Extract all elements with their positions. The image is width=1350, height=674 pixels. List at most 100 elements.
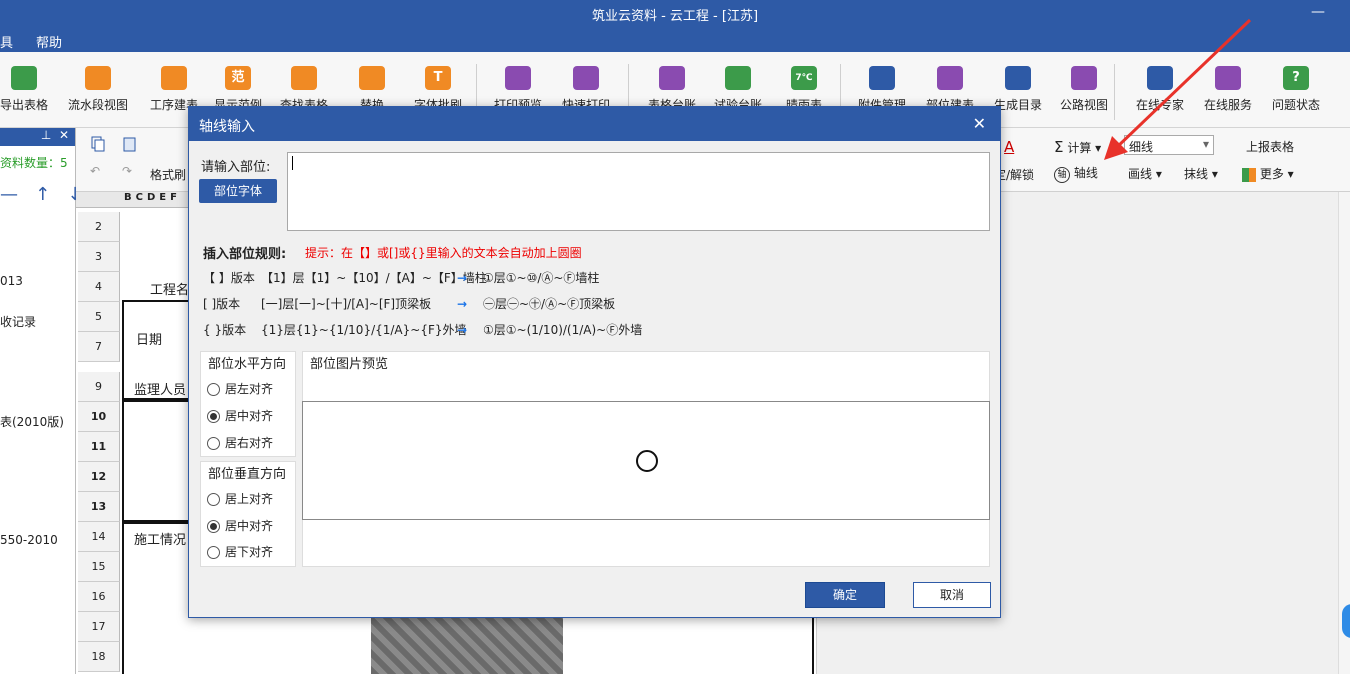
close-icon[interactable]: ✕ — [973, 114, 986, 133]
arrow-right-icon: → — [457, 297, 468, 311]
export-button[interactable]: 导出表格 — [0, 66, 62, 124]
copy-icon[interactable] — [90, 136, 106, 155]
row-header[interactable]: 4 — [78, 272, 120, 302]
erase-line-label: 抹线 — [1184, 167, 1209, 181]
row-header[interactable]: 13 — [78, 492, 120, 522]
row-header[interactable]: 15 — [78, 552, 120, 582]
radio-label: 居中对齐 — [225, 409, 274, 423]
font-brush-icon: T — [425, 66, 451, 90]
row-header[interactable]: 11 — [78, 432, 120, 462]
preview-title: 部位图片预览 — [310, 353, 389, 372]
replace-icon — [359, 66, 385, 90]
rule-output: ①层①~⑩/Ⓐ~Ⓕ墙柱 — [483, 271, 600, 285]
weather-icon: 7℃ — [791, 66, 817, 90]
row-header[interactable]: 9 — [78, 372, 120, 402]
row-header[interactable]: 5 — [78, 302, 120, 332]
catalog-icon — [1005, 66, 1031, 90]
attachment-icon — [869, 66, 895, 90]
dialog-title: 轴线输入 — [199, 119, 255, 135]
tree-item[interactable]: 表(2010版) — [0, 413, 64, 430]
example-icon: 范 — [225, 66, 251, 90]
arrow-right-icon: → — [457, 323, 468, 337]
collapse-icon[interactable]: — — [0, 184, 18, 205]
radio-label: 居上对齐 — [225, 492, 274, 506]
rule-version: { }版本 — [203, 323, 247, 337]
ribbon-button-label: 流水段视图 — [67, 98, 128, 112]
radio-label: 居下对齐 — [225, 545, 274, 559]
flow-segment-button[interactable]: 流水段视图 — [60, 66, 136, 124]
tree-item[interactable]: 013 — [0, 274, 23, 288]
flow-segment-icon — [85, 66, 111, 90]
radio-dot — [207, 383, 220, 396]
pin-icon[interactable]: ⊥ — [41, 128, 51, 142]
ribbon-button-label: 问题状态 — [1271, 98, 1320, 112]
row-header[interactable]: 7 — [78, 332, 120, 362]
radio-label: 居右对齐 — [225, 436, 274, 450]
supervisor-cell[interactable]: 监理人员 — [134, 379, 186, 398]
rules-title: 插入部位规则: — [203, 247, 287, 262]
radio-v-bottom[interactable]: 居下对齐 — [207, 543, 273, 560]
export-icon — [11, 66, 37, 90]
radio-v-top[interactable]: 居上对齐 — [207, 490, 273, 507]
help-bubble-icon[interactable] — [1342, 604, 1350, 638]
radio-dot — [207, 493, 220, 506]
close-icon[interactable]: ✕ — [59, 128, 69, 142]
arrow-up-icon[interactable]: ↑ — [35, 184, 50, 205]
highway-icon — [1071, 66, 1097, 90]
axis-label: 轴线 — [1073, 166, 1098, 180]
row-header[interactable]: 18 — [78, 642, 120, 672]
date-cell[interactable]: 日期 — [136, 329, 162, 348]
row-header[interactable]: 2 — [78, 212, 120, 242]
vertical-scrollbar[interactable] — [1338, 192, 1350, 674]
radio-h-left[interactable]: 居左对齐 — [207, 380, 273, 397]
tree-item[interactable]: 550-2010 — [0, 533, 58, 547]
preview-canvas — [302, 401, 990, 520]
rule-input: [一]层[一]~[十]/[A]~[F]顶梁板 — [261, 297, 432, 311]
row-header[interactable]: 10 — [78, 402, 120, 432]
radio-dot — [207, 546, 220, 559]
ribbon-button-label: 导出表格 — [0, 98, 48, 112]
axis-icon: 轴 — [1054, 167, 1070, 183]
rules-hint: 提示：在【】或[]或{}里输入的文本会自动加上圆圈 — [305, 246, 582, 260]
radio-h-right[interactable]: 居右对齐 — [207, 434, 273, 451]
radio-v-middle[interactable]: 居中对齐 — [207, 517, 273, 534]
tree-item[interactable]: 收记录 — [0, 313, 36, 330]
location-table-icon — [937, 66, 963, 90]
row-header[interactable]: 12 — [78, 462, 120, 492]
rule-row: 【 】版本 【1】层【1】~【10】/【A】~【F】墙柱→ ①层①~⑩/Ⓐ~Ⓕ墙柱 — [203, 269, 599, 286]
question-button[interactable]: ? 问题状态 — [1258, 66, 1334, 124]
row-header[interactable]: 3 — [78, 242, 120, 272]
rule-version: 【 】版本 — [203, 271, 255, 285]
question-icon: ? — [1283, 66, 1309, 90]
location-input[interactable] — [287, 152, 990, 231]
dialog-body: 请输入部位: 部位字体 插入部位规则: 提示：在【】或[]或{}里输入的文本会自… — [189, 141, 1000, 617]
cancel-button[interactable]: 取消 — [913, 582, 991, 608]
radio-h-center[interactable]: 居中对齐 — [207, 407, 273, 424]
calc-button[interactable]: Σ 计算 ▾ — [1054, 138, 1101, 156]
ok-button[interactable]: 确定 — [805, 582, 885, 608]
location-font-button[interactable]: 部位字体 — [199, 179, 277, 203]
dialog-title-bar: 轴线输入 ✕ — [189, 107, 1000, 141]
row-header[interactable]: 14 — [78, 522, 120, 552]
font-color-icon[interactable]: A — [1004, 138, 1014, 156]
process-icon — [161, 66, 187, 90]
left-panel-header: ⊥ ✕ — [0, 128, 75, 146]
project-name-cell[interactable]: 工程名 — [150, 279, 189, 298]
redo-icon[interactable]: ↷ — [122, 164, 132, 178]
menu-item-tools[interactable]: 具 — [0, 32, 13, 51]
row-header[interactable]: 17 — [78, 612, 120, 642]
input-label: 请输入部位: — [201, 160, 271, 175]
minimize-icon[interactable]: — — [1308, 4, 1328, 20]
radio-dot — [207, 410, 220, 423]
circle-icon — [636, 450, 658, 472]
undo-icon[interactable]: ↶ — [90, 164, 100, 178]
rule-input: {1}层{1}~{1/10}/{1/A}~{F}外墙 — [261, 323, 467, 337]
format-brush-button[interactable]: 格式刷 — [150, 166, 186, 183]
menu-item-help[interactable]: 帮助 — [36, 32, 62, 51]
row-header[interactable]: 16 — [78, 582, 120, 612]
more-label: 更多 — [1259, 167, 1284, 181]
paste-icon[interactable] — [122, 136, 138, 155]
left-panel: ⊥ ✕ 资料数量：5 — ↑ ↓ 013 收记录 表(2010版) 550-20… — [0, 128, 83, 674]
calc-label: 计算 — [1067, 141, 1092, 155]
axis-button[interactable]: 轴 轴线 — [1054, 164, 1098, 183]
